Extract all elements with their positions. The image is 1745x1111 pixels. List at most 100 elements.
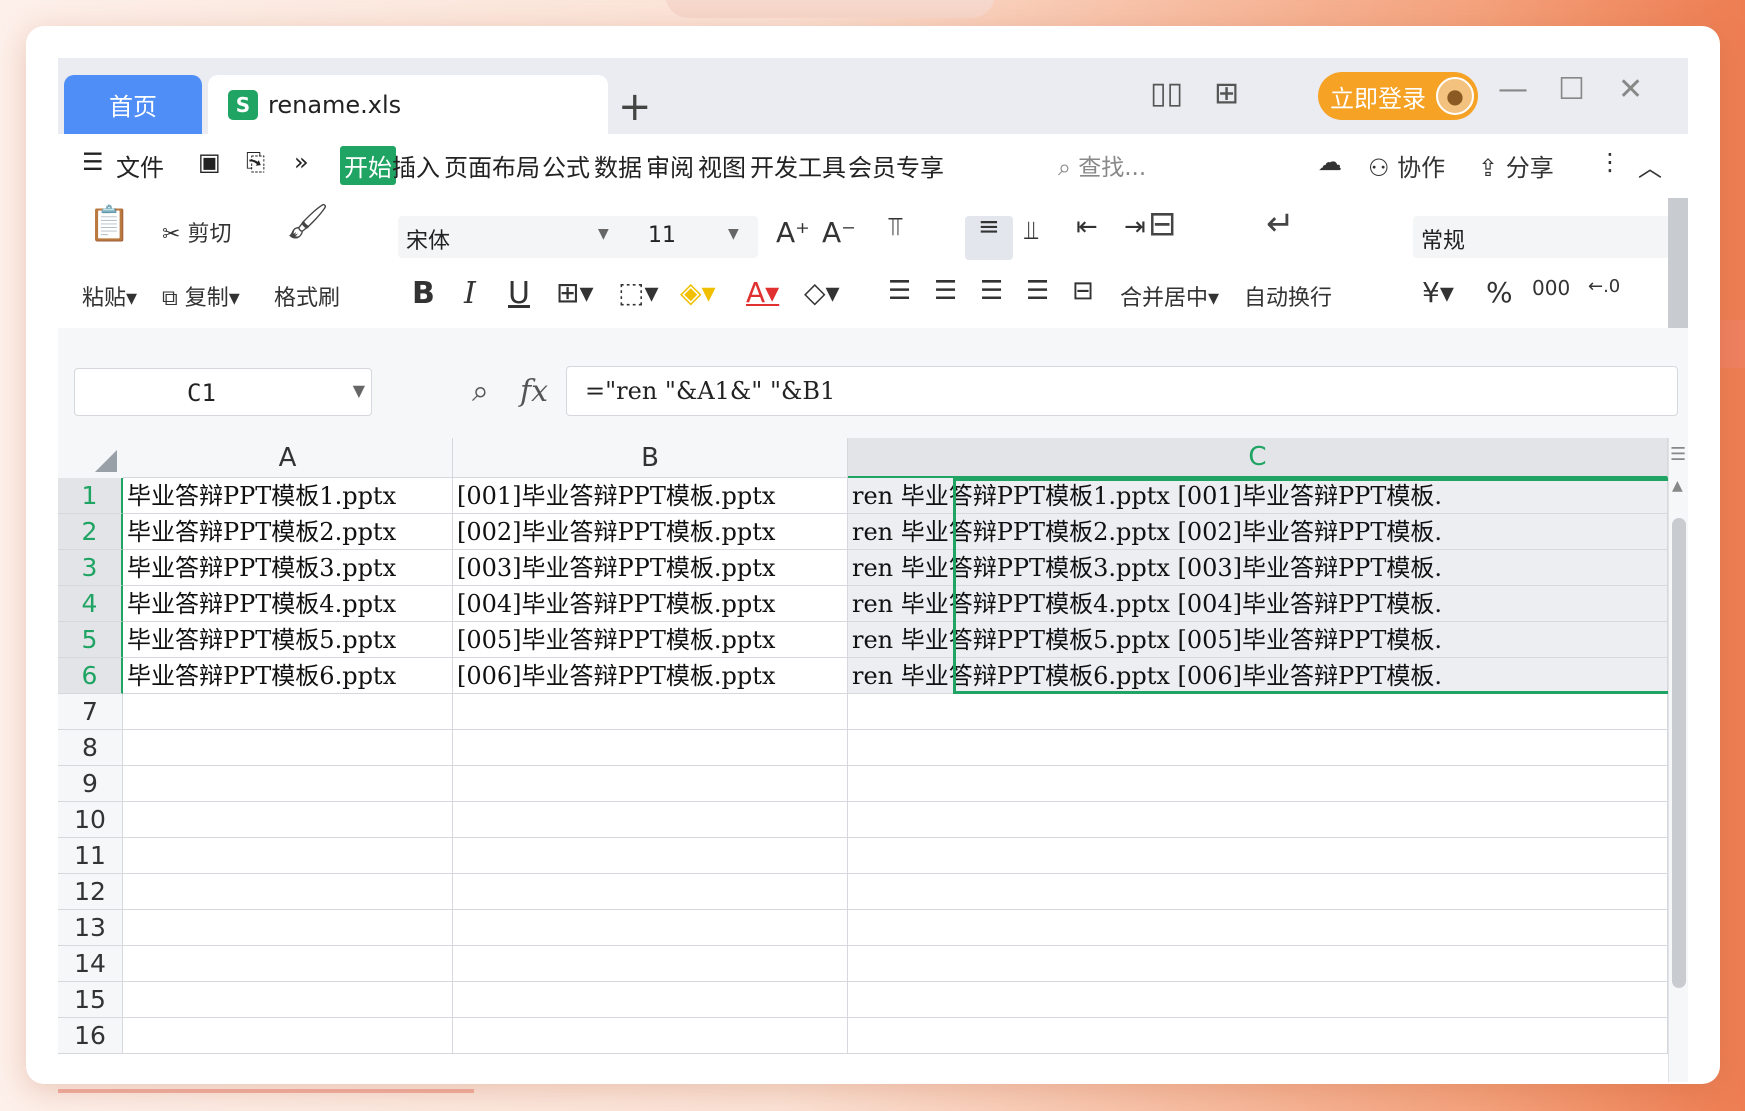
collapse-ribbon-icon[interactable]: ︿ <box>1638 148 1662 183</box>
table-cell[interactable] <box>848 946 1668 982</box>
table-cell[interactable] <box>453 982 848 1018</box>
table-cell[interactable] <box>123 766 453 802</box>
increase-indent-icon[interactable]: ⇥ <box>1124 212 1146 242</box>
merge-icon[interactable]: ⊟ <box>1148 204 1177 244</box>
table-cell[interactable] <box>453 730 848 766</box>
menu-review[interactable]: 审阅 <box>646 148 694 183</box>
table-cell[interactable] <box>123 910 453 946</box>
column-header-c[interactable]: C <box>848 438 1668 478</box>
menu-page-layout[interactable]: 页面布局 <box>444 148 540 183</box>
thousands-button[interactable]: 000 <box>1532 276 1570 300</box>
table-cell[interactable]: [002]毕业答辩PPT模板.pptx <box>453 514 848 550</box>
name-box[interactable]: C1 ▼ <box>74 368 372 416</box>
close-icon[interactable]: ✕ <box>1618 72 1643 107</box>
menu-developer[interactable]: 开发工具 <box>750 148 846 183</box>
row-header[interactable]: 8 <box>58 730 123 766</box>
paste-icon[interactable]: 📋 <box>88 204 130 244</box>
border-icon[interactable]: ⊞▾ <box>556 276 594 309</box>
apps-grid-icon[interactable]: ⊞ <box>1214 76 1239 111</box>
row-header[interactable]: 11 <box>58 838 123 874</box>
reading-mode-icon[interactable]: ▯▯ <box>1150 76 1183 111</box>
more-icon[interactable]: » <box>294 148 309 176</box>
table-cell[interactable]: 毕业答辩PPT模板4.pptx <box>123 586 453 622</box>
more-options-icon[interactable]: ⋮ <box>1598 148 1622 176</box>
table-cell[interactable] <box>123 838 453 874</box>
decimal-icon[interactable]: ←.0 <box>1588 276 1620 297</box>
row-header[interactable]: 5 <box>58 622 123 658</box>
table-cell[interactable]: 毕业答辩PPT模板3.pptx <box>123 550 453 586</box>
menu-file[interactable]: 文件 <box>116 148 164 183</box>
fill-color-icon[interactable]: ◈▾ <box>680 276 716 309</box>
table-cell[interactable]: [001]毕业答辩PPT模板.pptx <box>453 478 848 514</box>
column-header-b[interactable]: B <box>453 438 848 478</box>
table-cell[interactable] <box>848 1018 1668 1054</box>
split-icon[interactable]: ☰ <box>1670 444 1686 465</box>
table-cell[interactable] <box>453 910 848 946</box>
share-button[interactable]: ⇪ 分享 <box>1478 148 1554 183</box>
table-cell[interactable]: ren 毕业答辩PPT模板6.pptx [006]毕业答辩PPT模板. <box>848 658 1668 694</box>
menu-formulas[interactable]: 公式 <box>542 148 590 183</box>
justify-icon[interactable]: ☰ <box>1026 276 1049 306</box>
align-bottom-icon[interactable]: ⫫ <box>1024 216 1039 247</box>
tab-home[interactable]: 首页 <box>64 75 202 134</box>
table-cell[interactable] <box>848 694 1668 730</box>
table-cell[interactable] <box>453 946 848 982</box>
percent-button[interactable]: % <box>1486 276 1513 309</box>
underline-icon[interactable]: U <box>508 276 530 311</box>
row-header[interactable]: 6 <box>58 658 123 694</box>
table-cell[interactable]: [006]毕业答辩PPT模板.pptx <box>453 658 848 694</box>
format-painter-button[interactable]: 格式刷 <box>274 280 340 312</box>
cut-button[interactable]: ✂ 剪切 <box>162 216 231 248</box>
table-cell[interactable] <box>848 802 1668 838</box>
maximize-icon[interactable]: ☐ <box>1558 72 1585 107</box>
table-cell[interactable] <box>453 694 848 730</box>
collaborate-button[interactable]: ⚇ 协作 <box>1368 148 1445 183</box>
wrap-text-button[interactable]: 自动换行 <box>1244 280 1332 312</box>
menu-view[interactable]: 视图 <box>698 148 746 183</box>
row-header[interactable]: 4 <box>58 586 123 622</box>
row-header[interactable]: 7 <box>58 694 123 730</box>
menu-start[interactable]: 开始 <box>340 146 396 185</box>
row-header[interactable]: 1 <box>58 478 123 514</box>
menu-member[interactable]: 会员专享 <box>848 148 944 183</box>
decrease-indent-icon[interactable]: ⇤ <box>1076 212 1098 242</box>
table-cell[interactable] <box>453 874 848 910</box>
row-header[interactable]: 3 <box>58 550 123 586</box>
eraser-icon[interactable]: ◇▾ <box>804 276 840 309</box>
search-box[interactable]: ⌕ 查找... <box>1058 148 1146 182</box>
align-middle-icon[interactable]: ≡ <box>978 212 1000 242</box>
vertical-scrollbar[interactable]: ☰ ▲ <box>1668 438 1688 1082</box>
table-cell[interactable]: 毕业答辩PPT模板5.pptx <box>123 622 453 658</box>
export-icon[interactable]: ⎘ <box>246 148 265 176</box>
currency-button[interactable]: ¥▾ <box>1422 276 1454 309</box>
row-header[interactable]: 15 <box>58 982 123 1018</box>
align-top-icon[interactable]: ⫪ <box>888 212 903 243</box>
table-cell[interactable] <box>123 1018 453 1054</box>
scrollbar-thumb[interactable] <box>1672 518 1686 988</box>
scroll-up-icon[interactable]: ▲ <box>1672 478 1683 494</box>
table-cell[interactable] <box>123 730 453 766</box>
row-header[interactable]: 16 <box>58 1018 123 1054</box>
new-tab-button[interactable]: + <box>618 84 652 130</box>
font-selector[interactable]: 宋体 ▼ 11 ▼ <box>398 216 758 258</box>
align-center-icon[interactable]: ☰ <box>934 276 957 306</box>
merge-center-button[interactable]: 合并居中▾ <box>1120 280 1219 312</box>
paste-button[interactable]: 粘贴▾ <box>82 280 137 312</box>
align-left-icon[interactable]: ☰ <box>888 276 911 306</box>
table-cell[interactable] <box>123 874 453 910</box>
table-cell[interactable] <box>453 838 848 874</box>
copy-button[interactable]: ⧉ 复制▾ <box>162 280 240 312</box>
table-cell[interactable] <box>453 1018 848 1054</box>
row-header[interactable]: 9 <box>58 766 123 802</box>
table-cell[interactable] <box>848 910 1668 946</box>
table-cell[interactable] <box>848 838 1668 874</box>
table-cell[interactable]: ren 毕业答辩PPT模板1.pptx [001]毕业答辩PPT模板. <box>848 478 1668 514</box>
table-cell[interactable] <box>123 802 453 838</box>
row-header[interactable]: 2 <box>58 514 123 550</box>
align-right-icon[interactable]: ☰ <box>980 276 1003 306</box>
row-header[interactable]: 10 <box>58 802 123 838</box>
font-color-icon[interactable]: A▾ <box>746 276 779 309</box>
table-cell[interactable] <box>848 730 1668 766</box>
row-header[interactable]: 12 <box>58 874 123 910</box>
table-cell[interactable]: [004]毕业答辩PPT模板.pptx <box>453 586 848 622</box>
